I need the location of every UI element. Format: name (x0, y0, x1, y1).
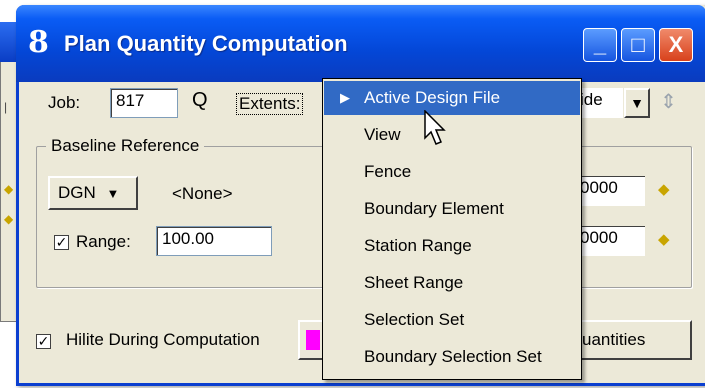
target-icon[interactable]: ◆ (658, 180, 670, 198)
extents-option-label: Station Range (364, 236, 472, 255)
maximize-button[interactable]: □ (621, 28, 655, 62)
extents-option[interactable]: View (324, 118, 580, 152)
hilite-label: Hilite During Computation (66, 330, 260, 349)
extents-option[interactable]: Station Range (324, 229, 580, 263)
locate-element-icon[interactable]: ⇕ (660, 92, 682, 114)
chevron-down-icon: ▼ (106, 186, 120, 201)
compute-quantities-button[interactable]: uantities (576, 320, 692, 360)
hilite-checkbox[interactable]: ✓ (36, 334, 51, 349)
submenu-arrow-icon: ▶ (340, 90, 350, 105)
extents-combo-value: ide (580, 90, 603, 109)
extents-dropdown-button[interactable]: ▼ (624, 88, 650, 118)
close-icon: X (668, 32, 684, 57)
extents-option[interactable]: Fence (324, 155, 580, 189)
maximize-icon: □ (631, 32, 645, 57)
extents-option-label: View (364, 125, 401, 144)
extents-option-label: Boundary Element (364, 199, 504, 218)
range-checkbox[interactable]: ✓ (54, 235, 69, 250)
extents-option-label: Active Design File (364, 88, 501, 107)
baseline-reference-value: <None> (172, 184, 233, 203)
range-label: Range: (76, 232, 131, 251)
search-icon[interactable]: Q (192, 89, 208, 112)
extents-option-label: Selection Set (364, 310, 465, 329)
extents-label: Extents: (236, 93, 304, 115)
target-icon[interactable]: ◆ (658, 230, 670, 248)
chevron-down-icon: ▼ (630, 95, 644, 111)
station-end-input[interactable]: 0000 (575, 226, 645, 256)
compute-quantities-label: uantities (582, 330, 646, 349)
extents-option[interactable]: Boundary Element (324, 192, 580, 226)
baseline-reference-label: Baseline Reference (46, 136, 205, 156)
extents-option[interactable]: Selection Set (324, 303, 580, 337)
minimize-button[interactable]: _ (583, 28, 617, 62)
extents-option-label: Boundary Selection Set (364, 347, 542, 366)
mouse-cursor-icon (424, 110, 446, 145)
hilite-color-swatch (306, 330, 320, 350)
range-input[interactable]: 100.00 (156, 226, 272, 256)
station-start-input[interactable]: 0000 (575, 176, 645, 206)
extents-option-label: Sheet Range (364, 273, 464, 292)
baseline-source-select[interactable]: DGN ▼ (48, 176, 138, 210)
extents-option[interactable]: Boundary Selection Set (324, 340, 580, 374)
job-label: Job: (48, 93, 81, 112)
bg-target-icon: ◆ (4, 212, 14, 226)
baseline-source-value: DGN (58, 183, 96, 202)
extents-option-label: Fence (364, 162, 412, 181)
bg-target-icon: ◆ (4, 182, 14, 196)
app-icon: 8 (28, 25, 49, 60)
bg-field-fragment: | (4, 100, 8, 114)
job-input[interactable]: 817 (110, 88, 178, 118)
extents-combo[interactable]: ide (575, 88, 623, 118)
close-button[interactable]: X (659, 28, 693, 62)
extents-dropdown-menu: ▶ Active Design File View Fence Boundary Ele… (322, 78, 582, 380)
window-title: Plan Quantity Computation (64, 31, 348, 56)
minimize-icon: _ (593, 32, 607, 57)
extents-option[interactable]: ▶ Active Design File (324, 81, 580, 115)
extents-option[interactable]: Sheet Range (324, 266, 580, 300)
